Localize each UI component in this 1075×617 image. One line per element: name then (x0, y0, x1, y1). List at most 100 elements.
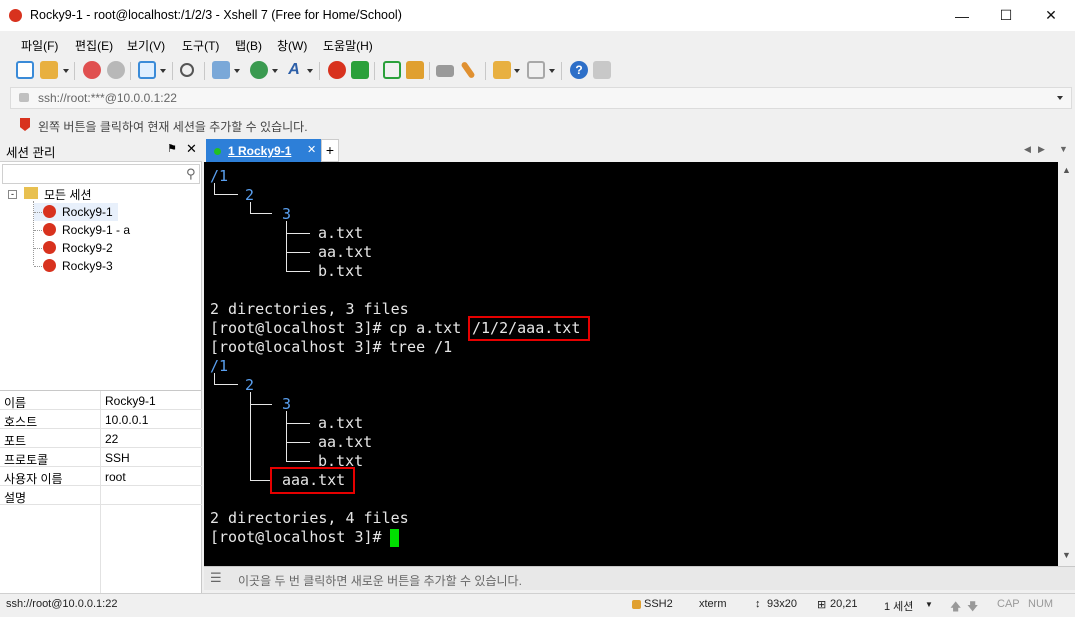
property-value: SSH (105, 451, 130, 465)
highlight-pen-icon[interactable] (460, 60, 476, 80)
toolbar-separator (485, 62, 486, 80)
property-value: 22 (105, 432, 119, 446)
title-bar: Rocky9-1 - root@localhost:/1/2/3 - Xshel… (0, 0, 1075, 31)
prev-session-icon[interactable]: 🡅 (950, 598, 961, 617)
tab-label: 1 Rocky9-1 (228, 144, 292, 158)
property-value: 10.0.0.1 (105, 413, 149, 427)
globe-dropdown-icon[interactable] (272, 69, 278, 73)
chat-icon[interactable] (593, 61, 611, 79)
new-session-icon[interactable] (16, 61, 34, 79)
layout-dropdown-icon[interactable] (549, 69, 555, 73)
status-num: NUM (1028, 598, 1054, 610)
status-cursor: 20,21 (830, 598, 858, 610)
tree-connector (250, 404, 272, 405)
globe-icon[interactable] (250, 61, 268, 79)
property-row: 포트 22 (0, 429, 202, 448)
toolbar-separator (130, 62, 131, 80)
transfer-dropdown-icon[interactable] (234, 69, 240, 73)
tab-status-dot (214, 148, 221, 155)
compose-hint: 이곳을 두 번 클릭하면 새로운 버튼을 추가할 수 있습니다. (238, 574, 522, 588)
pin-icon[interactable]: ⚑ (167, 142, 177, 155)
new-tab-button[interactable]: + (321, 139, 339, 162)
terminal-cursor (390, 529, 399, 547)
menu-lines-icon[interactable]: ☰ (210, 570, 222, 586)
compose-bar[interactable]: ☰ 이곳을 두 번 클릭하면 새로운 버튼을 추가할 수 있습니다. (204, 566, 1075, 590)
search-icon[interactable]: ⚲ (186, 166, 196, 182)
session-properties: 이름 Rocky9-1 호스트 10.0.0.1 포트 22 프로토콜 SSH 사용자 … (0, 390, 202, 594)
tab-scroll-left-icon[interactable]: ◀ (1024, 144, 1031, 155)
find-icon[interactable] (180, 63, 194, 77)
session-label: Rocky9-2 (62, 241, 113, 255)
menu-view[interactable]: 보기(V) (127, 37, 165, 54)
open-folder-icon[interactable] (40, 61, 58, 79)
menu-file[interactable]: 파일(F) (21, 37, 58, 54)
tree-branch-line (34, 266, 42, 267)
property-key: 호스트 (4, 415, 38, 429)
property-row: 호스트 10.0.0.1 (0, 410, 202, 429)
folder-dropdown-icon[interactable] (514, 69, 520, 73)
close-button[interactable]: ✕ (1028, 0, 1074, 31)
terminal-screen[interactable]: /1 2 3 a.txt aa.txt b.txt 2 directories,… (204, 162, 1058, 566)
tree-file: a.txt (318, 224, 364, 242)
status-bar: ssh://root@10.0.0.1:22 SSH2 xterm ↕ 93x2… (0, 593, 1075, 615)
tree-connector (286, 221, 310, 272)
collapse-icon[interactable]: - (8, 190, 17, 199)
scroll-up-icon[interactable]: ▲ (1062, 165, 1071, 175)
tree-connector (250, 392, 270, 481)
session-search-input[interactable]: ⚲ (2, 164, 200, 184)
keyboard-icon[interactable] (436, 65, 454, 77)
new-folder-icon[interactable] (493, 61, 511, 79)
session-item[interactable]: Rocky9-1 (34, 203, 118, 221)
connect-icon[interactable] (83, 61, 101, 79)
pane-close-icon[interactable]: ✕ (186, 141, 197, 157)
tab-rocky9-1[interactable]: 1 Rocky9-1 ✕ (206, 139, 321, 162)
fullscreen-icon[interactable] (383, 61, 401, 79)
minimize-button[interactable]: — (939, 0, 985, 31)
tab-close-icon[interactable]: ✕ (307, 143, 316, 156)
session-root-label: 모든 세션 (44, 188, 92, 202)
font-dropdown-icon[interactable] (307, 69, 313, 73)
menu-edit[interactable]: 편집(E) (75, 37, 113, 54)
help-icon[interactable]: ? (570, 61, 588, 79)
tab-list-dropdown-icon[interactable]: ▼ (1059, 144, 1068, 154)
transfer-icon[interactable] (212, 61, 230, 79)
session-label: Rocky9-1 - a (62, 223, 131, 237)
toolbar: A ? (0, 56, 1075, 85)
menu-help[interactable]: 도움말(H) (323, 37, 373, 54)
terminal-scrollbar[interactable]: ▲ ▼ (1058, 162, 1075, 566)
open-dropdown-icon[interactable] (63, 69, 69, 73)
tab-scroll-right-icon[interactable]: ▶ (1038, 144, 1045, 155)
menu-tools[interactable]: 도구(T) (182, 37, 219, 54)
status-connection: ssh://root@10.0.0.1:22 (6, 598, 118, 610)
address-value: ssh://root:***@10.0.0.1:22 (38, 91, 177, 105)
lock-icon[interactable] (406, 61, 424, 79)
cursor-pos-icon: ⊞ (817, 599, 827, 611)
xshell-icon[interactable] (328, 61, 346, 79)
menu-window[interactable]: 창(W) (277, 37, 307, 54)
scroll-down-icon[interactable]: ▼ (1062, 550, 1071, 560)
properties-dropdown-icon[interactable] (160, 69, 166, 73)
tree-connector (214, 373, 238, 385)
xftp-icon[interactable] (351, 61, 369, 79)
address-bar[interactable]: ssh://root:***@10.0.0.1:22 (10, 87, 1072, 109)
maximize-button[interactable]: ☐ (983, 0, 1029, 31)
session-icon (43, 223, 56, 236)
toolbar-separator (561, 62, 562, 80)
menu-tab[interactable]: 탭(B) (235, 37, 262, 54)
tree-connector (286, 233, 310, 234)
properties-icon[interactable] (138, 61, 156, 79)
address-dropdown-icon[interactable] (1057, 96, 1063, 100)
tree-connector (250, 202, 272, 214)
tree-file: a.txt (318, 414, 364, 432)
session-manager-header: 세션 관리 ⚑ ✕ (0, 138, 202, 162)
next-session-icon[interactable]: 🡇 (967, 598, 978, 617)
disconnect-icon[interactable] (107, 61, 125, 79)
property-value: root (105, 470, 126, 484)
font-icon[interactable]: A (285, 61, 303, 79)
layout-icon[interactable] (527, 61, 545, 79)
status-term: xterm (699, 598, 727, 610)
sessions-dropdown-icon[interactable]: ▼ (925, 600, 933, 609)
shell-command: cp a.txt (389, 319, 462, 337)
tree-branch-line (34, 230, 42, 231)
session-label: Rocky9-1 (62, 205, 113, 219)
